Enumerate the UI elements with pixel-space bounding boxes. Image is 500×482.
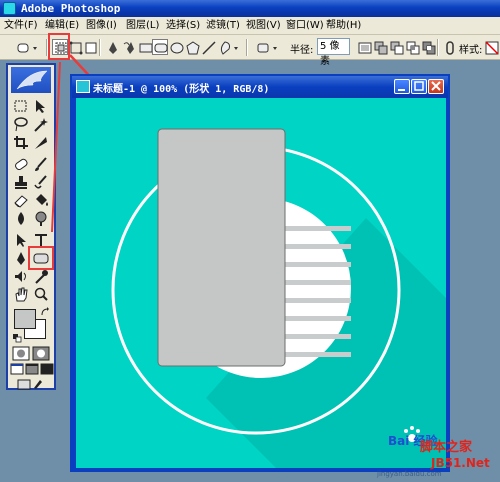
site-watermark: 脚本之家 — [420, 440, 473, 455]
minimize-icon — [398, 89, 405, 91]
document-title: 未标题-1 @ 100% (形状 1, RGB/8) — [93, 84, 270, 95]
maximize-button[interactable] — [411, 79, 427, 94]
close-icon — [431, 81, 441, 91]
close-button[interactable] — [428, 79, 444, 94]
jingyan-watermark: jingyan.baidu.com — [377, 470, 442, 478]
maximize-icon — [414, 81, 424, 91]
minimize-button[interactable] — [394, 79, 410, 94]
domain-watermark: JB51.Net — [431, 456, 490, 470]
document-canvas[interactable] — [76, 98, 446, 468]
document-titlebar[interactable]: 未标题-1 @ 100% (形状 1, RGB/8) — [72, 76, 448, 98]
rounded-rectangle-shape[interactable] — [157, 128, 286, 367]
canvas-artwork — [76, 98, 446, 468]
document-icon — [76, 80, 90, 93]
document-window: 未标题-1 @ 100% (形状 1, RGB/8) — [70, 74, 450, 472]
connector-line — [51, 61, 61, 233]
